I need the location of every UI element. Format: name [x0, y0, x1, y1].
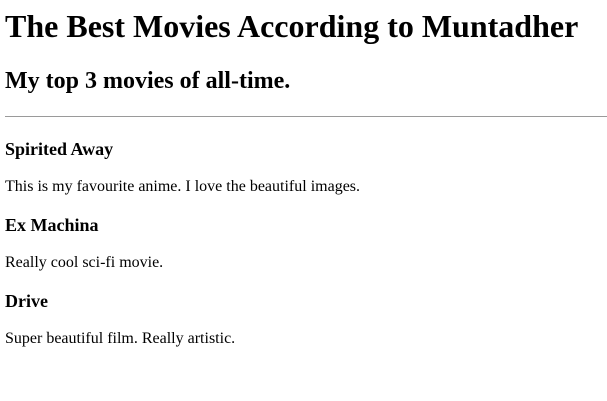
page: The Best Movies According to Muntadher M…	[0, 0, 607, 401]
movie-item: Spirited Away This is my favourite anime…	[5, 137, 602, 197]
movie-title: Ex Machina	[5, 215, 99, 235]
page-subtitle: My top 3 movies of all-time.	[5, 68, 291, 94]
page-title: The Best Movies According to Muntadher	[5, 8, 579, 44]
movie-item: Ex Machina Really cool sci-fi movie.	[5, 213, 602, 273]
movie-title: Drive	[5, 291, 48, 311]
divider	[5, 116, 607, 117]
movie-title: Spirited Away	[5, 139, 114, 159]
movie-description: Super beautiful film. Really artistic.	[5, 330, 236, 347]
movie-list: Spirited Away This is my favourite anime…	[5, 137, 602, 349]
movie-description: Really cool sci-fi movie.	[5, 254, 164, 271]
movie-item: Drive Super beautiful film. Really artis…	[5, 289, 602, 349]
movie-description: This is my favourite anime. I love the b…	[5, 178, 361, 195]
